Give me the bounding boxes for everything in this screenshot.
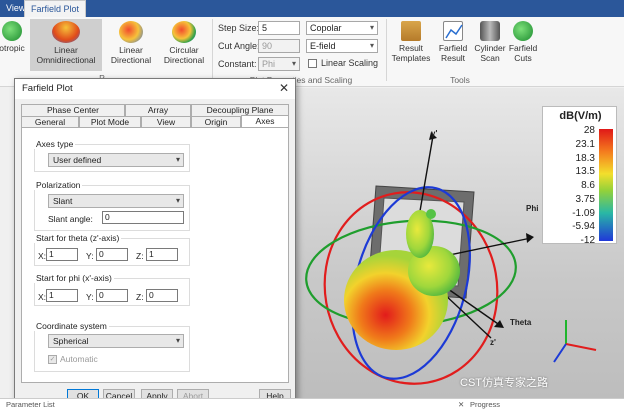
axis-y-label: y' (431, 129, 438, 138)
polarization-select[interactable]: Copolar (306, 21, 378, 35)
circular-directional-button[interactable]: Circular Directional (158, 21, 210, 65)
coordinate-system-label: Coordinate system (34, 321, 109, 331)
ribbon: otropic Linear Omnidirectional Linear Di… (0, 17, 624, 87)
linear-directional-button[interactable]: Linear Directional (105, 21, 157, 65)
step-size-label: Step Size: (218, 23, 260, 33)
axes-type-label: Axes type (34, 139, 76, 149)
phi-x-label: X: (38, 292, 47, 302)
parameter-list-label: Parameter List (6, 400, 55, 409)
phi-axis-arrow (526, 233, 534, 243)
theta-start-label: Start for theta (z'-axis) (34, 233, 122, 243)
legend-tick-label: 28 (583, 125, 595, 136)
farfield-plot-dialog: Farfield Plot ✕ Phase Center Array Decou… (14, 78, 296, 408)
slant-angle-input[interactable]: 0 (102, 211, 184, 224)
polarization-label: Polarization (34, 180, 83, 190)
phi-z-input[interactable]: 0 (146, 289, 178, 302)
legend-tick-label: -12 (580, 235, 595, 246)
cut-angle-label: Cut Angle: (218, 41, 260, 51)
close-icon[interactable]: ✕ (279, 81, 289, 95)
theta-z-label: Z: (136, 251, 144, 261)
step-size-input[interactable]: 5 (258, 21, 300, 35)
circular-directional-label: Circular Directional (163, 45, 205, 65)
isotropic-label: otropic (0, 43, 25, 53)
axis-theta-label: Theta (510, 318, 532, 327)
farfield-result-label: Farfield Result (438, 43, 468, 63)
legend-colorbar (599, 129, 613, 241)
slant-angle-label: Slant angle: (48, 214, 93, 224)
cylinder-scan-label: Cylinder Scan (474, 43, 506, 63)
tab-phase-center[interactable]: Phase Center (21, 104, 125, 116)
legend-unit: dB(V/m) (559, 110, 602, 122)
linear-omnidirectional-label: Linear Omnidirectional (36, 45, 96, 65)
coordinate-system-select[interactable]: Spherical (48, 334, 184, 348)
linear-omnidirectional-button[interactable]: Linear Omnidirectional (30, 19, 102, 71)
constant-select[interactable]: Phi (258, 57, 300, 71)
automatic-checkbox[interactable]: ✓ (48, 355, 57, 364)
progress-close-icon[interactable]: ✕ (458, 400, 464, 409)
color-legend: dB(V/m) 28 23.1 18.3 13.5 8.6 3.75 -1.09 -5.94 -… (542, 106, 617, 246)
tab-array[interactable]: Array (125, 104, 191, 116)
result-templates-icon (401, 21, 421, 41)
triad-x (565, 343, 597, 351)
farfield-cuts-button[interactable]: Farfield Cuts (508, 21, 538, 63)
isotropic-button[interactable]: otropic (0, 21, 30, 53)
legend-tick-label: 23.1 (575, 138, 595, 150)
theta-x-label: X: (38, 251, 47, 261)
axis-phi-label: Phi (526, 204, 539, 213)
phi-x-input[interactable]: 1 (46, 289, 78, 302)
polarization-group (34, 185, 190, 231)
axes-type-select[interactable]: User defined (48, 153, 184, 167)
farfield-3d-view[interactable]: y' Phi Theta z' CST仿真专家之路 dB(V/m) 28 23.1… (296, 88, 624, 398)
legend-tick-label: 18.3 (575, 152, 595, 164)
directional-icon (119, 21, 143, 43)
circular-directional-icon (172, 21, 196, 43)
result-templates-button[interactable]: Result Templates (390, 21, 432, 63)
legend-tick-label: -1.09 (572, 207, 595, 219)
legend-tick-label: 8.6 (581, 180, 595, 191)
ribbon-separator (212, 19, 213, 81)
ribbon-separator (386, 19, 387, 81)
theta-y-input[interactable]: 0 (96, 248, 128, 261)
isotropic-icon (2, 21, 22, 41)
tab-farfield-plot[interactable]: Farfield Plot (24, 0, 87, 17)
cylinder-scan-icon (480, 21, 500, 41)
theta-axis-arrow (494, 320, 504, 328)
linear-scaling-label: Linear Scaling (321, 58, 379, 68)
phi-y-input[interactable]: 0 (96, 289, 128, 302)
result-templates-label: Result Templates (391, 43, 431, 63)
farfield-cuts-icon (513, 21, 533, 41)
automatic-label: Automatic (60, 354, 98, 364)
linear-scaling-checkbox[interactable] (308, 59, 317, 68)
triad-z (553, 343, 567, 363)
ribbon-tab-bar: View Farfield Plot (0, 0, 624, 17)
phi-z-label: Z: (136, 292, 144, 302)
status-bar: Parameter List ✕ Progress (0, 398, 624, 409)
farfield-cuts-label: Farfield Cuts (508, 43, 538, 63)
legend-tick-label: 3.75 (575, 193, 595, 205)
cylinder-scan-button[interactable]: Cylinder Scan (472, 21, 508, 63)
constant-label: Constant: (218, 59, 257, 69)
axes-panel: Axes type User defined Polarization Slan… (21, 127, 289, 383)
axis-z-label: z' (490, 338, 496, 347)
polarization-type-select[interactable]: Slant (48, 194, 184, 208)
theta-z-input[interactable]: 1 (146, 248, 178, 261)
pattern-tip (426, 209, 436, 219)
phi-y-label: Y: (86, 292, 94, 302)
phi-start-label: Start for phi (x'-axis) (34, 273, 114, 283)
progress-label: Progress (470, 400, 501, 409)
legend-tick-label: -5.94 (572, 221, 595, 233)
legend-tick-label: 13.5 (575, 166, 595, 178)
theta-y-label: Y: (86, 251, 94, 261)
dialog-title: Farfield Plot (15, 79, 295, 99)
linear-directional-label: Linear Directional (110, 45, 152, 65)
theta-x-input[interactable]: 1 (46, 248, 78, 261)
cut-angle-input[interactable]: 90 (258, 39, 300, 53)
group-tools-label: Tools (450, 75, 470, 85)
watermark-text: CST仿真专家之路 (460, 377, 548, 389)
farfield-result-button[interactable]: Farfield Result (434, 21, 472, 63)
coordinate-system-group (34, 326, 190, 372)
farfield-result-icon (443, 21, 463, 41)
field-select[interactable]: E-field (306, 39, 378, 53)
omnidirectional-icon (52, 21, 80, 43)
